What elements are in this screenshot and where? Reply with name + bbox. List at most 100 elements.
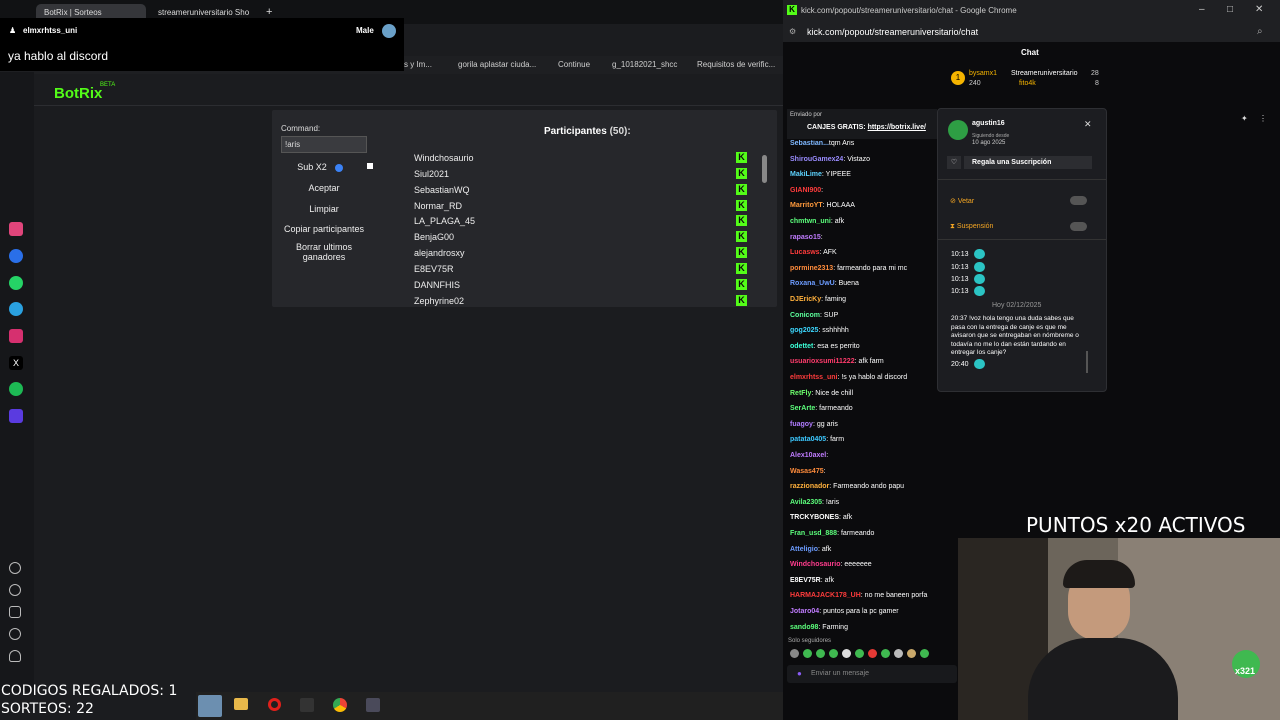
mic-icon[interactable]: ● bbox=[797, 669, 802, 678]
clock-icon[interactable] bbox=[9, 584, 21, 596]
emote-icon[interactable] bbox=[829, 649, 838, 658]
emote-icon[interactable] bbox=[894, 649, 903, 658]
chat-username[interactable]: Lucasws bbox=[790, 249, 820, 256]
site-settings-icon[interactable]: ⚙ bbox=[789, 27, 796, 36]
chat-username[interactable]: E8EV75R bbox=[790, 577, 821, 584]
veto-toggle[interactable] bbox=[1070, 196, 1087, 205]
settings-icon[interactable] bbox=[9, 628, 21, 640]
chat-username[interactable]: sando98 bbox=[790, 624, 818, 631]
chat-username[interactable]: DJEricKy bbox=[790, 296, 821, 303]
emote-icon[interactable] bbox=[803, 649, 812, 658]
chat-username[interactable]: gog2025 bbox=[790, 327, 818, 334]
chat-username[interactable]: SerArte bbox=[790, 405, 815, 412]
chat-username[interactable]: patata0405 bbox=[790, 436, 826, 443]
chat-username[interactable]: TRCKYBONES bbox=[790, 514, 839, 521]
heart-icon[interactable] bbox=[9, 562, 21, 574]
minimize-button[interactable]: – bbox=[1199, 4, 1205, 15]
more-icon[interactable]: ⋮ bbox=[1259, 114, 1267, 123]
pinned-link[interactable]: https://botrix.live/ bbox=[868, 124, 926, 131]
emote-icon[interactable] bbox=[816, 649, 825, 658]
emote-icon[interactable] bbox=[907, 649, 916, 658]
streamer-body bbox=[1028, 638, 1178, 720]
search-icon[interactable]: ⌕ bbox=[1257, 26, 1263, 37]
emote-icon[interactable] bbox=[920, 649, 929, 658]
app-icon[interactable] bbox=[300, 698, 314, 712]
chat-username[interactable]: elmxrhtss_uni bbox=[790, 374, 837, 381]
emote-icon[interactable] bbox=[842, 649, 851, 658]
pinned-message[interactable]: Enviado por CANJES GRATIS: https://botri… bbox=[787, 109, 937, 139]
chat-username[interactable]: Wasas475 bbox=[790, 468, 824, 475]
botrix-logo[interactable]: BotRix bbox=[54, 85, 102, 102]
chat-username[interactable]: Avila2305 bbox=[790, 499, 822, 506]
chat-username[interactable]: usuarioxsumi11222 bbox=[790, 358, 855, 365]
emote-icon[interactable] bbox=[881, 649, 890, 658]
chat-username[interactable]: razzionador bbox=[790, 483, 829, 490]
app-icon[interactable] bbox=[9, 222, 23, 236]
scrollbar-thumb[interactable] bbox=[1086, 351, 1088, 373]
chat-username[interactable]: chmtwn_uni bbox=[790, 218, 831, 225]
box-icon[interactable] bbox=[9, 606, 21, 618]
chat-username[interactable]: MakiLime bbox=[790, 171, 822, 178]
chat-username[interactable]: odettet bbox=[790, 343, 813, 350]
chat-messages[interactable]: Sebastian...tqm Aris ShirouGamex24: Vista… bbox=[783, 140, 943, 632]
emote-icon[interactable] bbox=[790, 649, 799, 658]
message-input[interactable]: ● Enviar un mensaje bbox=[787, 665, 957, 683]
folder-icon[interactable] bbox=[234, 698, 248, 710]
bulb-icon[interactable] bbox=[9, 650, 21, 662]
x-icon[interactable]: X bbox=[9, 356, 23, 370]
gift-sub-button[interactable]: Regala una Suscripción bbox=[964, 156, 1082, 169]
telegram-icon[interactable] bbox=[9, 302, 23, 316]
user-card-popup: agustin16 Siguiendo desde 10 ago 2025 ✕ … bbox=[937, 108, 1107, 392]
chat-username[interactable]: Jotaro04 bbox=[790, 608, 819, 615]
chat-username[interactable]: Sebastian... bbox=[790, 140, 829, 147]
close-icon[interactable]: ✕ bbox=[1084, 119, 1092, 130]
chat-username[interactable]: MarritoYT bbox=[790, 202, 823, 209]
messenger-icon[interactable] bbox=[9, 249, 23, 263]
participant-item: DANNFHIS bbox=[414, 280, 461, 290]
whatsapp-icon[interactable] bbox=[9, 276, 23, 290]
beta-badge: BETA bbox=[100, 82, 116, 88]
message-time: 10:13 bbox=[951, 264, 969, 271]
pin-icon[interactable]: ✦ bbox=[1241, 114, 1248, 123]
chat-username[interactable]: Atteligio bbox=[790, 546, 818, 553]
follow-heart-icon[interactable]: ♡ bbox=[947, 156, 961, 169]
app-icon[interactable] bbox=[366, 698, 380, 712]
close-button[interactable]: ✕ bbox=[1255, 4, 1263, 15]
taskbar bbox=[196, 692, 783, 720]
chat-username[interactable]: Alex10axel bbox=[790, 452, 826, 459]
maximize-button[interactable]: □ bbox=[1227, 4, 1233, 15]
popup-message: 20:37 !voz hola tengo una duda sabes que… bbox=[951, 315, 1089, 358]
opera-icon[interactable] bbox=[268, 698, 281, 711]
chat-username[interactable]: RetFly bbox=[790, 390, 811, 397]
chat-username[interactable]: GIANI900 bbox=[790, 187, 821, 194]
chat-username[interactable]: ShirouGamex24 bbox=[790, 156, 843, 163]
chat-username[interactable]: Roxana_UwU bbox=[790, 280, 835, 287]
bookmark-item[interactable]: gorila aplastar ciuda... bbox=[458, 60, 536, 69]
bookmark-item[interactable]: Continue bbox=[558, 60, 590, 69]
address-bar[interactable]: ⚙ kick.com/popout/streameruniversitario/… bbox=[783, 22, 1280, 42]
participants-list[interactable]: Windchosaurio Siul2021 SebastianWQ Norma… bbox=[272, 110, 777, 307]
chat-username[interactable]: Fran_usd_888 bbox=[790, 530, 837, 537]
spotify-icon[interactable] bbox=[9, 382, 23, 396]
desktop-thumbnail[interactable] bbox=[198, 695, 222, 717]
chat-username[interactable]: HARMAJACK178_UH bbox=[790, 592, 861, 599]
chat-username[interactable]: pormine2313 bbox=[790, 265, 833, 272]
player-icon[interactable] bbox=[9, 409, 23, 423]
chat-username[interactable]: Windchosaurio bbox=[790, 561, 841, 568]
bookmark-item[interactable]: Requisitos de verific... bbox=[697, 60, 775, 69]
scrollbar-thumb[interactable] bbox=[762, 155, 767, 183]
chat-username[interactable]: Conicom bbox=[790, 312, 820, 319]
chat-username[interactable]: rapaso15 bbox=[790, 234, 821, 241]
instagram-icon[interactable] bbox=[9, 329, 23, 343]
bookmark-item[interactable]: g_10182021_shcc bbox=[612, 60, 677, 69]
leaderboard: 1 bysamx1 240 Streameruniversitario 28 f… bbox=[951, 66, 1111, 94]
chat-username[interactable]: fuagoy bbox=[790, 421, 813, 428]
emote-bar[interactable] bbox=[790, 649, 930, 661]
bookmark-item[interactable]: s y Im... bbox=[404, 60, 432, 69]
mod-icon[interactable] bbox=[1078, 156, 1092, 169]
emote-icon[interactable] bbox=[855, 649, 864, 658]
notification-gender: Male bbox=[356, 26, 374, 35]
suspend-toggle[interactable] bbox=[1070, 222, 1087, 231]
emote-icon[interactable] bbox=[868, 649, 877, 658]
chrome-icon[interactable] bbox=[333, 698, 347, 712]
